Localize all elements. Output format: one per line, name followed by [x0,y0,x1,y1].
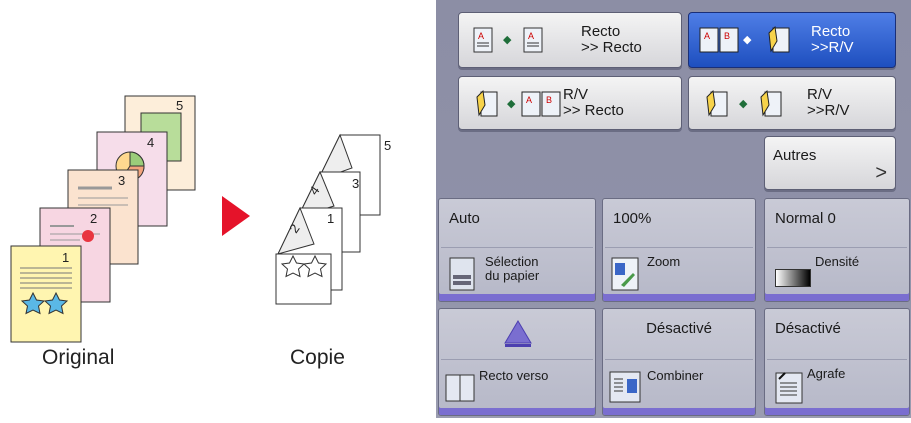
copier-touch-panel: A ◆ A Recto >> Recto A B ◆ Recto >>R/V ◆… [436,0,911,418]
duplex-page-icon [768,25,790,53]
arrow-right-icon [222,196,250,236]
staple-label: Agrafe [807,366,846,381]
combine-tile[interactable]: Désactivé Combiner [602,308,756,416]
duplex-illustration: 5 4 3 2 1 5 4 3 2 1 Original Copie [0,0,432,418]
copy-page-number: 1 [327,211,334,226]
two-pages-icon: A B [699,27,739,53]
staple-icon [775,372,803,404]
mode-label: Recto >> Recto [581,23,642,56]
recto-verso-tile[interactable]: Recto verso [438,308,596,416]
single-sided-page-icon: A [473,27,493,53]
copy-caption: Copie [290,346,345,369]
mode-label: R/V >> Recto [563,86,624,119]
zoom-value: 100% [613,210,652,227]
combine-icon [609,371,641,403]
density-value: Normal 0 [775,210,836,227]
duplex-page-icon [760,89,782,117]
density-tile[interactable]: Normal 0 Densité [764,198,910,302]
triangle-up-icon [504,320,532,347]
mode-recto-recto-button[interactable]: A ◆ A Recto >> Recto [458,12,682,68]
density-gradient-icon [775,269,811,287]
svg-text:A: A [704,31,710,41]
two-pages-icon: A B [521,91,561,117]
paper-select-value: Auto [449,210,480,227]
arrow-right-icon: ◆ [507,98,516,110]
copy-page-number: 5 [384,138,391,153]
single-sided-page-icon: A [523,27,543,53]
original-page-number: 4 [147,135,154,150]
paper-tray-icon [449,257,475,291]
copy-stack-graphic: 5 4 3 2 1 [275,133,391,305]
svg-text:A: A [478,31,484,41]
svg-text:A: A [526,95,532,105]
original-page-1: 1 [10,245,82,343]
autres-button[interactable]: Autres > [764,136,896,190]
zoom-label: Zoom [647,254,681,269]
duplex-page-icon [706,89,728,117]
duplex-icon [445,374,475,402]
copy-page-number: 3 [352,176,359,191]
staple-tile[interactable]: Désactivé Agrafe [764,308,910,416]
density-label: Densité [815,254,860,269]
zoom-tile[interactable]: 100% Zoom [602,198,756,302]
zoom-icon [611,257,639,291]
paper-select-label: Sélection du papier [485,254,540,283]
arrow-right-icon: ◆ [743,34,752,46]
original-page-number: 5 [176,98,183,113]
mode-label: R/V >>R/V [807,86,850,119]
svg-text:B: B [724,31,730,41]
original-caption: Original [42,346,115,369]
mode-label: Recto >>R/V [811,23,854,56]
chevron-right-icon: > [875,162,887,184]
recto-verso-label: Recto verso [479,368,549,383]
arrow-right-icon: ◆ [503,34,512,46]
svg-text:B: B [546,95,552,105]
mode-rv-rv-button[interactable]: ◆ R/V >>R/V [688,76,896,130]
original-page-number: 3 [118,173,125,188]
arrow-right-icon: ◆ [739,98,748,110]
duplex-page-icon [476,89,498,117]
svg-text:A: A [528,31,534,41]
autres-label: Autres [773,147,817,164]
combine-label: Combiner [647,368,704,383]
original-page-number: 2 [90,211,97,226]
paper-select-tile[interactable]: Auto Sélection du papier [438,198,596,302]
mode-rv-recto-button[interactable]: ◆ A B R/V >> Recto [458,76,682,130]
mode-recto-rv-button[interactable]: A B ◆ Recto >>R/V [688,12,896,68]
combine-value: Désactivé [646,320,712,337]
staple-value: Désactivé [775,320,841,337]
original-page-number: 1 [62,250,69,265]
